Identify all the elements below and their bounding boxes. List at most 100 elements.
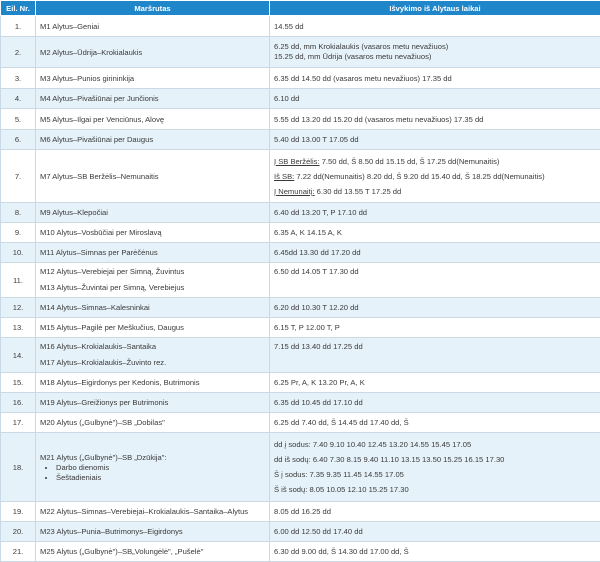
times-cell: 5.40 dd 13.00 T 17.05 dd: [270, 130, 600, 150]
row-nr: 19.: [1, 502, 36, 522]
times-cell: dd į sodus: 7.40 9.10 10.40 12.45 13.20 …: [270, 433, 600, 502]
table-row: 16. M19 Alytus–Greižionys per Butrimonis…: [1, 393, 600, 413]
header-times: Išvykimo iš Alytaus laikai: [270, 1, 600, 16]
days-list: Darbo dienomis Šeštadieniais: [40, 463, 265, 483]
list-item: Šeštadieniais: [56, 473, 265, 483]
route-line: M13 Alytus–Žuvintai per Simną, Verebieju…: [40, 280, 265, 296]
row-nr: 3.: [1, 68, 36, 89]
route-cell: M22 Alytus–Simnas–Verebiejai–Krokialauki…: [36, 502, 270, 522]
row-nr: 8.: [1, 203, 36, 223]
times-cell: 6.15 T, P 12.00 T, P: [270, 318, 600, 338]
times-line: 15.25 dd, mm Ūdrija (vasaros metu nevaži…: [274, 52, 596, 62]
row-nr: 5.: [1, 109, 36, 130]
route-cell: M6 Alytus–Pivašiūnai per Daugus: [36, 130, 270, 150]
route-cell: M11 Alytus–Simnas per Parėčėnus: [36, 243, 270, 263]
times-cell: 6.25 Pr, A, K 13.20 Pr, A, K: [270, 373, 600, 393]
times-cell: 6.40 dd 13.20 T, P 17.10 dd: [270, 203, 600, 223]
direction-label: Į SB Beržėlis:: [274, 157, 320, 166]
row-nr: 9.: [1, 223, 36, 243]
route-line: M21 Alytus („Gulbynė")–SB „Dzūkija":: [40, 452, 265, 463]
table-row: 2. M2 Alytus–Ūdrija–Krokialaukis 6.25 dd…: [1, 37, 600, 68]
row-nr: 11.: [1, 263, 36, 298]
table-row: 11. M12 Alytus–Verebiejai per Simną, Žuv…: [1, 263, 600, 298]
table-row: 14. M16 Alytus–Krokialaukis–Santaika M17…: [1, 338, 600, 373]
route-cell: M3 Alytus–Punios girininkija: [36, 68, 270, 89]
route-cell: M15 Alytus–Pagilė per Meškučius, Daugus: [36, 318, 270, 338]
route-cell: M5 Alytus–Ilgai per Venciūnus, Alovę: [36, 109, 270, 130]
times-line: Į SB Beržėlis: 7.50 dd, Š 8.50 dd 15.15 …: [274, 154, 596, 169]
row-nr: 21.: [1, 542, 36, 562]
times-text: 7.22 dd(Nemunaitis) 8.20 dd, Š 9.20 dd 1…: [294, 172, 544, 181]
table-row: 21. M25 Alytus („Gulbynė")–SB„Volungėlė"…: [1, 542, 600, 562]
route-line: M16 Alytus–Krokialaukis–Santaika: [40, 339, 265, 355]
route-cell: M9 Alytus–Klepočiai: [36, 203, 270, 223]
table-row: 19. M22 Alytus–Simnas–Verebiejai–Krokial…: [1, 502, 600, 522]
table-row: 12. M14 Alytus–Simnas–Kalesninkai 6.20 d…: [1, 298, 600, 318]
times-cell: 6.50 dd 14.05 T 17.30 dd: [270, 263, 600, 298]
times-cell: 5.55 dd 13.20 dd 15.20 dd (vasaros metu …: [270, 109, 600, 130]
times-line: Iš SB: 7.22 dd(Nemunaitis) 8.20 dd, Š 9.…: [274, 169, 596, 184]
table-row: 8. M9 Alytus–Klepočiai 6.40 dd 13.20 T, …: [1, 203, 600, 223]
row-nr: 13.: [1, 318, 36, 338]
row-nr: 10.: [1, 243, 36, 263]
times-cell: 14.55 dd: [270, 16, 600, 37]
times-cell: 6.45dd 13.30 dd 17.20 dd: [270, 243, 600, 263]
times-cell: 6.25 dd, mm Krokialaukis (vasaros metu n…: [270, 37, 600, 68]
table-row: 7. M7 Alytus–SB Beržėlis–Nemunaitis Į SB…: [1, 150, 600, 203]
times-cell: 8.05 dd 16.25 dd: [270, 502, 600, 522]
route-cell: M21 Alytus („Gulbynė")–SB „Dzūkija": Dar…: [36, 433, 270, 502]
row-nr: 14.: [1, 338, 36, 373]
header-row: Eil. Nr. Maršrutas Išvykimo iš Alytaus l…: [1, 1, 600, 16]
table-row: 13. M15 Alytus–Pagilė per Meškučius, Dau…: [1, 318, 600, 338]
times-line: Š iš sodų: 8.05 10.05 12.10 15.25 17.30: [274, 482, 596, 497]
times-line: 6.25 dd, mm Krokialaukis (vasaros metu n…: [274, 42, 596, 52]
route-cell: M2 Alytus–Ūdrija–Krokialaukis: [36, 37, 270, 68]
header-nr: Eil. Nr.: [1, 1, 36, 16]
row-nr: 1.: [1, 16, 36, 37]
table-row: 9. M10 Alytus–Vosbūčiai per Miroslavą 6.…: [1, 223, 600, 243]
route-cell: M18 Alytus–Eigirdonys per Kedonis, Butri…: [36, 373, 270, 393]
times-text: 6.30 dd 13.55 T 17.25 dd: [315, 187, 402, 196]
times-cell: 6.35 dd 14.50 dd (vasaros metu nevažiuos…: [270, 68, 600, 89]
row-nr: 6.: [1, 130, 36, 150]
times-cell: Į SB Beržėlis: 7.50 dd, Š 8.50 dd 15.15 …: [270, 150, 600, 203]
table-row: 17. M20 Alytus („Gulbynė")–SB „Dobilas" …: [1, 413, 600, 433]
times-line: Į Nemunaitį: 6.30 dd 13.55 T 17.25 dd: [274, 184, 596, 199]
row-nr: 2.: [1, 37, 36, 68]
times-cell: 6.20 dd 10.30 T 12.20 dd: [270, 298, 600, 318]
row-nr: 16.: [1, 393, 36, 413]
route-cell: M25 Alytus („Gulbynė")–SB„Volungėlė", „P…: [36, 542, 270, 562]
times-line: dd į sodus: 7.40 9.10 10.40 12.45 13.20 …: [274, 437, 596, 452]
route-line: M12 Alytus–Verebiejai per Simną, Žuvintu…: [40, 264, 265, 280]
table-row: 18. M21 Alytus („Gulbynė")–SB „Dzūkija":…: [1, 433, 600, 502]
times-text: 7.50 dd, Š 8.50 dd 15.15 dd, Š 17.25 dd(…: [320, 157, 500, 166]
times-cell: 7.15 dd 13.40 dd 17.25 dd: [270, 338, 600, 373]
row-nr: 7.: [1, 150, 36, 203]
times-cell: 6.10 dd: [270, 89, 600, 109]
list-item: Darbo dienomis: [56, 463, 265, 473]
times-cell: 6.35 dd 10.45 dd 17.10 dd: [270, 393, 600, 413]
route-cell: M16 Alytus–Krokialaukis–Santaika M17 Aly…: [36, 338, 270, 373]
direction-label: Iš SB:: [274, 172, 294, 181]
route-cell: M1 Alytus–Geniai: [36, 16, 270, 37]
route-cell: M4 Alytus–Pivašiūnai per Junčionis: [36, 89, 270, 109]
times-cell: 6.25 dd 7.40 dd, Š 14.45 dd 17.40 dd, Š: [270, 413, 600, 433]
row-nr: 4.: [1, 89, 36, 109]
table-row: 15. M18 Alytus–Eigirdonys per Kedonis, B…: [1, 373, 600, 393]
route-cell: M14 Alytus–Simnas–Kalesninkai: [36, 298, 270, 318]
direction-label: Į Nemunaitį:: [274, 187, 315, 196]
route-cell: M19 Alytus–Greižionys per Butrimonis: [36, 393, 270, 413]
route-cell: M7 Alytus–SB Beržėlis–Nemunaitis: [36, 150, 270, 203]
route-cell: M12 Alytus–Verebiejai per Simną, Žuvintu…: [36, 263, 270, 298]
table-row: 3. M3 Alytus–Punios girininkija 6.35 dd …: [1, 68, 600, 89]
table-row: 6. M6 Alytus–Pivašiūnai per Daugus 5.40 …: [1, 130, 600, 150]
times-line: dd iš sodų: 6.40 7.30 8.15 9.40 11.10 13…: [274, 452, 596, 467]
header-route: Maršrutas: [36, 1, 270, 16]
route-cell: M20 Alytus („Gulbynė")–SB „Dobilas": [36, 413, 270, 433]
table-row: 1. M1 Alytus–Geniai 14.55 dd: [1, 16, 600, 37]
times-line: Š į sodus: 7.35 9.35 11.45 14.55 17.05: [274, 467, 596, 482]
times-cell: 6.35 A, K 14.15 A, K: [270, 223, 600, 243]
bus-schedule-table: Eil. Nr. Maršrutas Išvykimo iš Alytaus l…: [0, 0, 600, 562]
table-row: 10. M11 Alytus–Simnas per Parėčėnus 6.45…: [1, 243, 600, 263]
times-cell: 6.30 dd 9.00 dd, Š 14.30 dd 17.00 dd, Š: [270, 542, 600, 562]
